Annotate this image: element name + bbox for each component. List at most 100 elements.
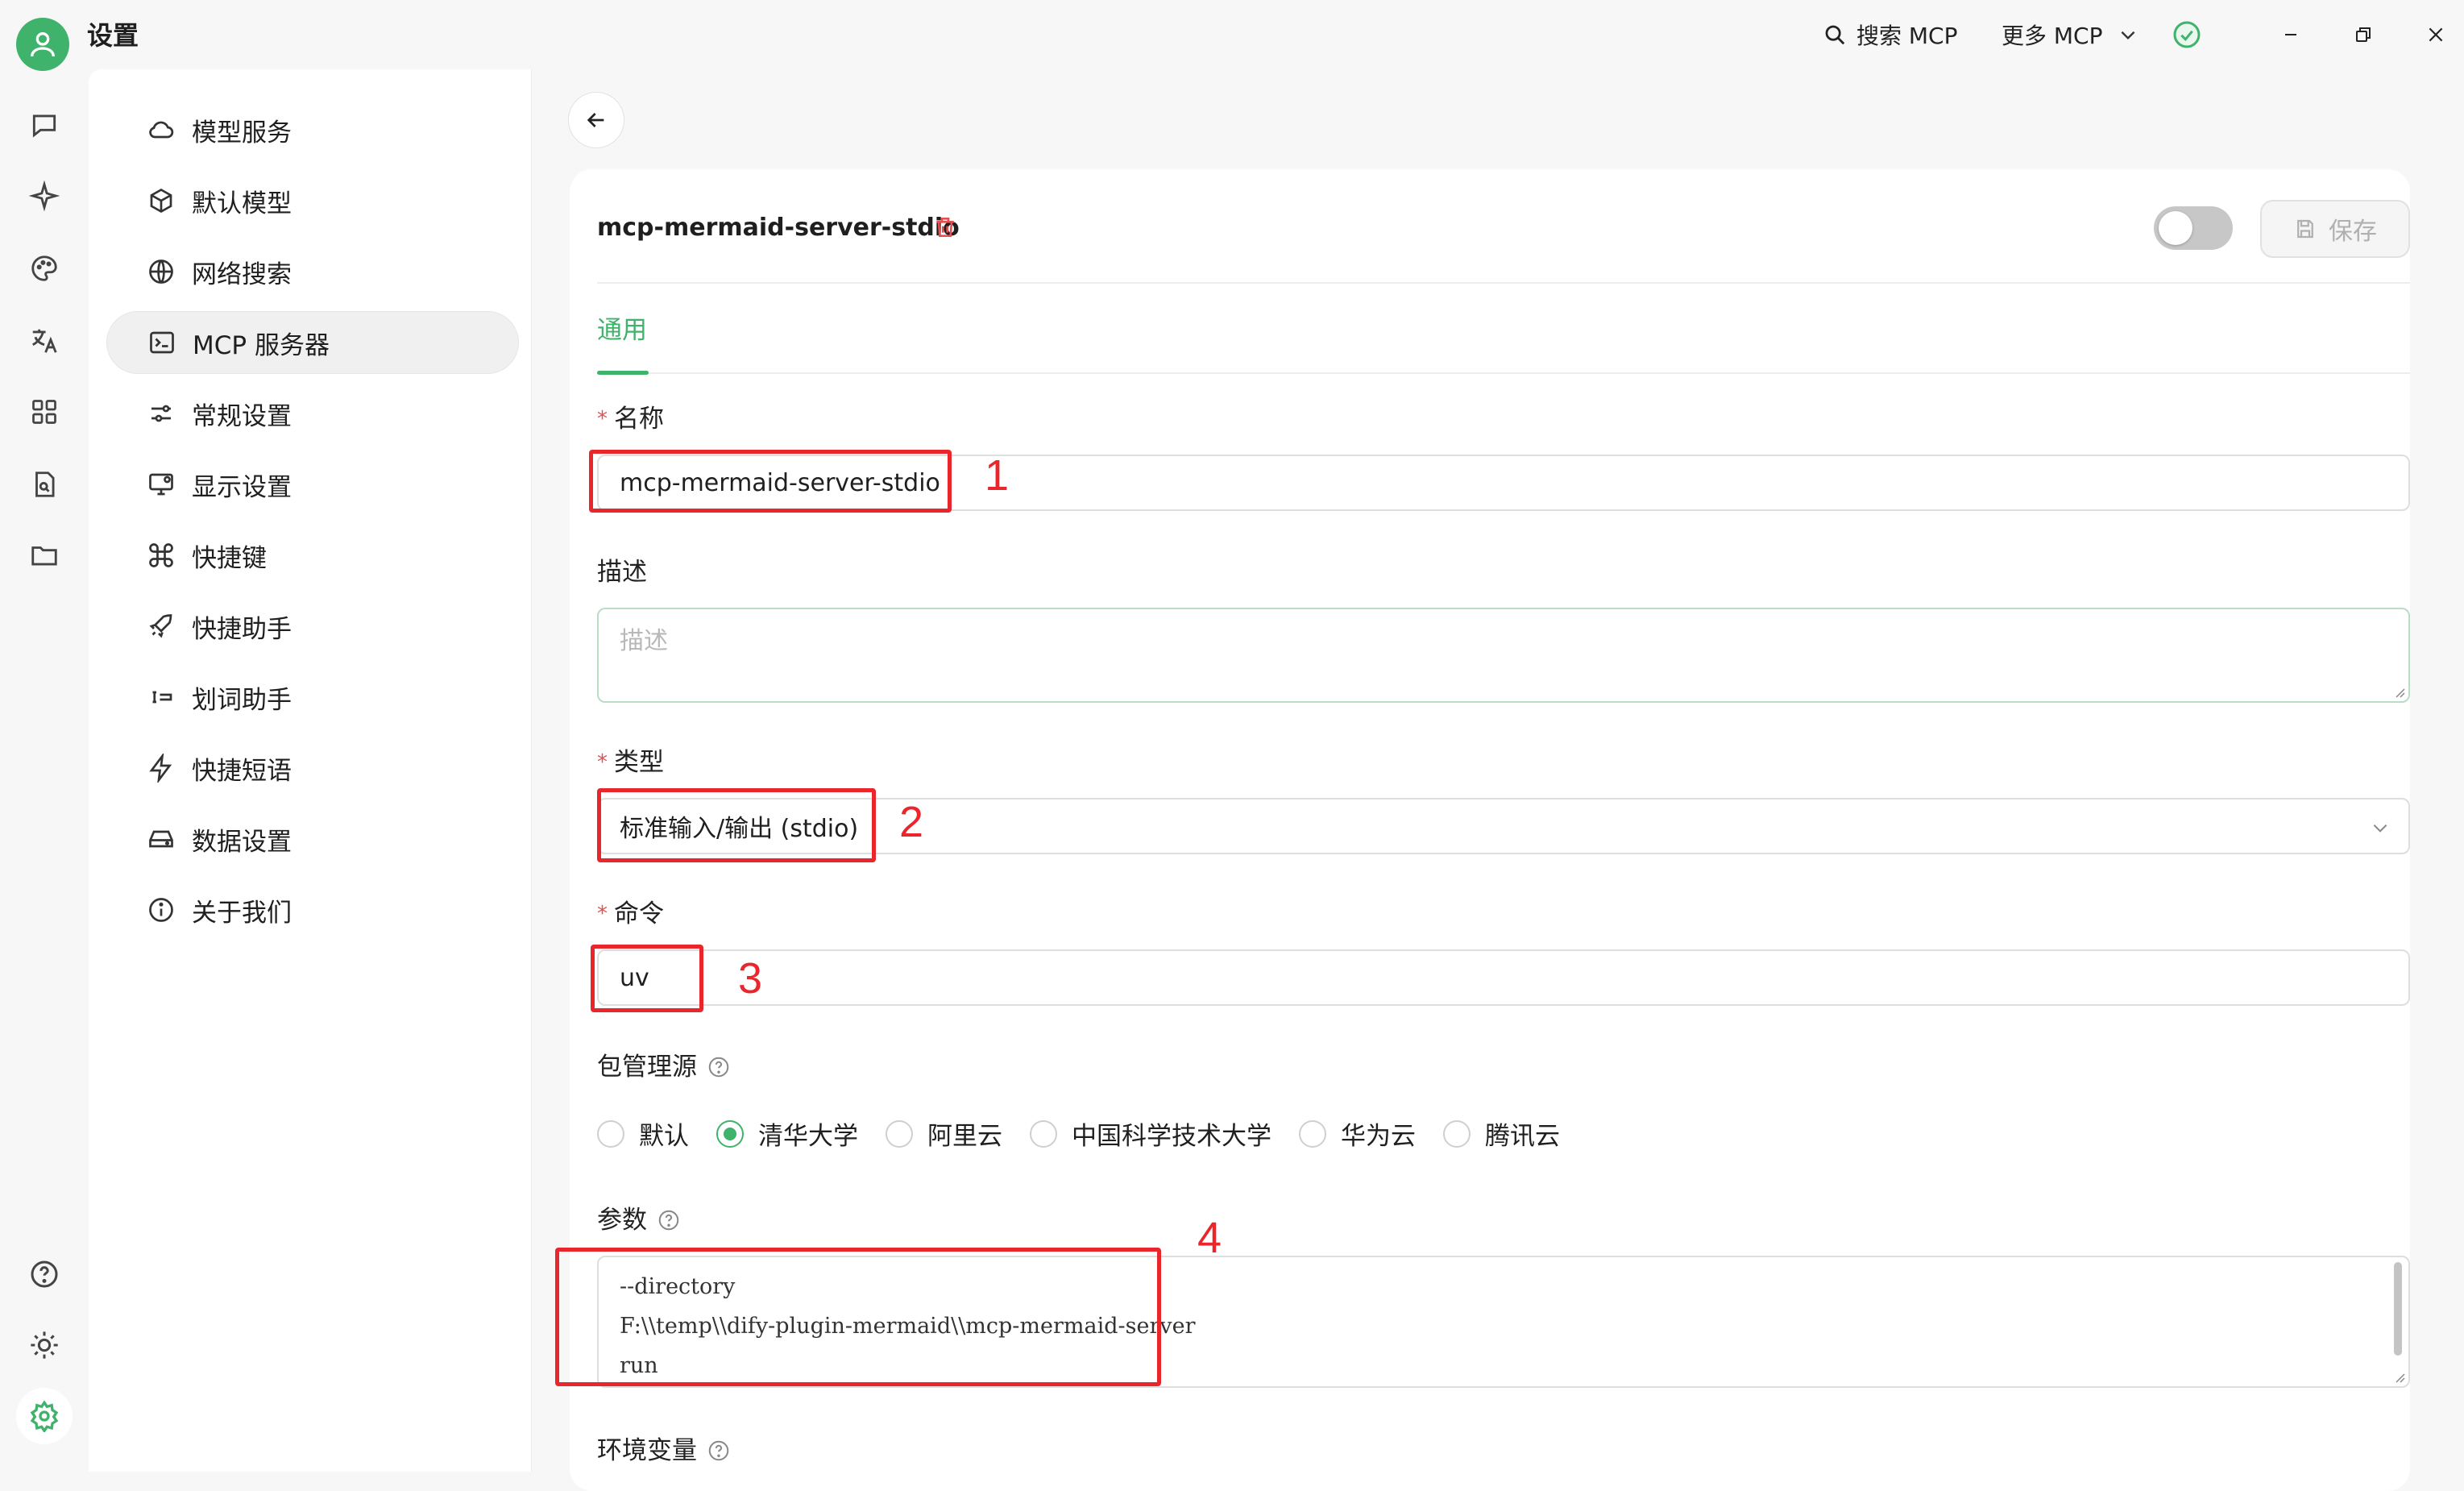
resize-handle-icon[interactable]	[2392, 1370, 2405, 1383]
check-circle-icon	[2173, 21, 2201, 48]
help-circle-icon[interactable]	[655, 1207, 682, 1234]
server-name-heading: mcp-mermaid-server-stdio	[597, 214, 960, 242]
registry-option-default[interactable]: 默认	[597, 1115, 689, 1152]
nav-item-data-settings[interactable]: 数据设置	[106, 808, 519, 870]
env-label: 环境变量	[597, 1433, 732, 1468]
nav-item-label: MCP 服务器	[193, 330, 330, 360]
close-button[interactable]	[2416, 15, 2456, 55]
registry-option-ustc[interactable]: 中国科学技术大学	[1030, 1115, 1271, 1152]
zap-icon	[145, 752, 177, 784]
resize-handle-icon[interactable]	[2392, 685, 2405, 698]
required-mark: *	[597, 407, 608, 431]
nav-item-label: 划词助手	[192, 685, 292, 715]
drive-icon	[145, 823, 177, 855]
required-mark: *	[597, 902, 608, 926]
chat-icon[interactable]	[24, 105, 64, 145]
delete-server-button[interactable]	[929, 211, 961, 243]
registry-label: 包管理源	[597, 1049, 732, 1085]
annotation-number-3: 3	[738, 954, 763, 1003]
search-mcp-label: 搜索 MCP	[1856, 23, 1958, 49]
help-circle-icon[interactable]	[705, 1053, 732, 1081]
nav-item-general-settings[interactable]: 常规设置	[106, 382, 519, 445]
close-icon	[2429, 27, 2443, 42]
folder-icon[interactable]	[24, 535, 64, 575]
nav-item-mcp-servers[interactable]: MCP 服务器	[106, 311, 519, 374]
avatar[interactable]	[16, 18, 69, 71]
nav-item-label: 默认模型	[192, 189, 292, 218]
annotation-box-1	[589, 450, 952, 513]
nav-item-display-settings[interactable]: 显示设置	[106, 453, 519, 516]
args-scrollbar[interactable]	[2394, 1262, 2402, 1356]
registry-option-aliyun[interactable]: 阿里云	[886, 1115, 1002, 1152]
radio-dot-selected	[716, 1119, 744, 1148]
help-icon[interactable]	[24, 1254, 64, 1294]
radio-label: 中国科学技术大学	[1072, 1122, 1271, 1151]
nav-item-selection-assistant[interactable]: 划词助手	[106, 666, 519, 729]
annotation-number-1: 1	[985, 451, 1010, 500]
tab-general[interactable]: 通用	[597, 313, 647, 348]
name-label-text: 名称	[614, 405, 664, 434]
mcp-status-indicator[interactable]	[2171, 15, 2203, 55]
registry-option-tsinghua[interactable]: 清华大学	[716, 1115, 858, 1152]
restore-button[interactable]	[2343, 15, 2383, 55]
minimize-button[interactable]	[2271, 15, 2311, 55]
nav-item-label: 常规设置	[192, 401, 292, 431]
nav-item-label: 模型服务	[192, 118, 292, 147]
text-cursor-icon	[145, 681, 177, 713]
command-label: * 命令	[597, 896, 664, 932]
chevron-down-icon	[2373, 824, 2387, 833]
sliders-icon	[145, 397, 177, 430]
description-label: 描述	[597, 554, 647, 590]
more-mcp-dropdown[interactable]: 更多 MCP	[2001, 15, 2138, 55]
type-label: * 类型	[597, 745, 664, 780]
nav-item-model-service[interactable]: 模型服务	[106, 98, 519, 161]
tab-divider	[597, 372, 2410, 374]
description-textarea[interactable]: 描述	[597, 608, 2410, 703]
minimize-icon	[2285, 34, 2296, 35]
nav-item-quick-phrases[interactable]: 快捷短语	[106, 737, 519, 799]
chevron-down-icon	[2121, 31, 2134, 40]
user-icon	[31, 32, 55, 57]
radio-dot	[1299, 1119, 1326, 1148]
monitor-icon	[145, 468, 177, 500]
radio-label: 阿里云	[927, 1122, 1002, 1151]
header-divider	[597, 282, 2410, 284]
globe-icon	[145, 255, 177, 288]
sparkle-icon[interactable]	[24, 176, 64, 216]
back-button[interactable]	[568, 92, 624, 148]
nav-item-label: 显示设置	[192, 472, 292, 502]
nav-item-label: 关于我们	[192, 898, 292, 928]
registry-option-huawei[interactable]: 华为云	[1299, 1115, 1416, 1152]
description-label-text: 描述	[597, 558, 647, 587]
restore-icon	[2356, 27, 2371, 42]
registry-option-tencent[interactable]: 腾讯云	[1443, 1115, 1560, 1152]
nav-item-about[interactable]: 关于我们	[106, 878, 519, 941]
search-mcp-button[interactable]: 搜索 MCP	[1823, 15, 1958, 55]
nav-item-quick-assistant[interactable]: 快捷助手	[106, 595, 519, 658]
type-label-text: 类型	[614, 748, 664, 777]
save-button[interactable]: 保存	[2260, 200, 2410, 258]
nav-item-shortcuts[interactable]: 快捷键	[106, 524, 519, 587]
server-enabled-toggle[interactable]	[2154, 206, 2233, 250]
radio-dot	[1030, 1119, 1057, 1148]
theme-icon[interactable]	[24, 1325, 64, 1365]
palette-icon[interactable]	[24, 248, 64, 289]
nav-item-default-model[interactable]: 默认模型	[106, 169, 519, 232]
description-placeholder: 描述	[620, 627, 668, 655]
nav-item-web-search[interactable]: 网络搜索	[106, 240, 519, 303]
rocket-icon	[145, 610, 177, 642]
cloud-icon	[145, 114, 177, 146]
grid-icon[interactable]	[24, 392, 64, 432]
annotation-box-3	[591, 945, 703, 1012]
radio-label: 默认	[639, 1122, 689, 1151]
help-circle-icon[interactable]	[705, 1437, 732, 1464]
nav-item-label: 快捷助手	[192, 614, 292, 644]
nav-item-label: 快捷键	[192, 543, 267, 573]
file-search-icon[interactable]	[24, 464, 64, 505]
annotation-box-4	[555, 1248, 1161, 1386]
command-input[interactable]: uv	[597, 949, 2410, 1006]
window-title: 设置	[87, 20, 139, 51]
translate-icon[interactable]	[24, 321, 64, 361]
nav-item-label: 数据设置	[192, 827, 292, 857]
settings-icon[interactable]	[16, 1388, 73, 1444]
